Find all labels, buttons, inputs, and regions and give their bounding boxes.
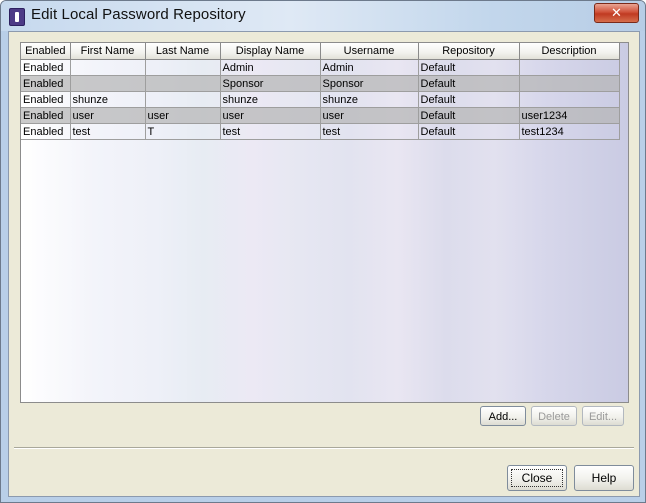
cell-repository: Default [418, 123, 520, 140]
column-header-last-name[interactable]: Last Name [145, 43, 221, 60]
cell-description [519, 91, 620, 108]
add-button[interactable]: Add... [480, 406, 526, 426]
window-close-button[interactable]: ✕ [594, 3, 639, 23]
title-bar[interactable]: Edit Local Password Repository ✕ [1, 1, 645, 31]
cell-username: shunze [320, 91, 419, 108]
cell-repository: Default [418, 107, 520, 124]
cell-last-name: T [145, 123, 221, 140]
column-header-username[interactable]: Username [320, 43, 419, 60]
cell-repository: Default [418, 75, 520, 92]
app-icon [9, 8, 25, 26]
cell-first-name: user [70, 107, 146, 124]
cell-last-name [145, 59, 221, 76]
cell-last-name [145, 75, 221, 92]
cell-username: test [320, 123, 419, 140]
users-table-panel: Enabled First Name Last Name Display Nam… [20, 42, 629, 403]
cell-display-name: shunze [220, 91, 321, 108]
cell-enabled: Enabled [21, 91, 71, 108]
column-header-first-name[interactable]: First Name [70, 43, 146, 60]
cell-enabled: Enabled [21, 123, 71, 140]
cell-display-name: test [220, 123, 321, 140]
cell-description: test1234 [519, 123, 620, 140]
cell-username: user [320, 107, 419, 124]
window-title: Edit Local Password Repository [31, 6, 246, 23]
close-button[interactable]: Close [507, 465, 567, 491]
table-row[interactable]: Enabled test T test test Default test123… [21, 123, 620, 140]
cell-username: Admin [320, 59, 419, 76]
column-header-enabled[interactable]: Enabled [21, 43, 71, 60]
cell-first-name [70, 59, 146, 76]
table-row[interactable]: Enabled Admin Admin Default [21, 59, 620, 76]
cell-first-name: test [70, 123, 146, 140]
cell-username: Sponsor [320, 75, 419, 92]
cell-enabled: Enabled [21, 59, 71, 76]
users-table: Enabled First Name Last Name Display Nam… [21, 43, 620, 140]
edit-button[interactable]: Edit... [582, 406, 624, 426]
cell-repository: Default [418, 59, 520, 76]
delete-button[interactable]: Delete [531, 406, 577, 426]
cell-repository: Default [418, 91, 520, 108]
column-header-repository[interactable]: Repository [418, 43, 520, 60]
table-header-row: Enabled First Name Last Name Display Nam… [21, 43, 620, 60]
cell-enabled: Enabled [21, 75, 71, 92]
column-header-display-name[interactable]: Display Name [220, 43, 321, 60]
cell-enabled: Enabled [21, 107, 71, 124]
column-header-description[interactable]: Description [519, 43, 620, 60]
cell-description: user1234 [519, 107, 620, 124]
cell-display-name: user [220, 107, 321, 124]
cell-first-name [70, 75, 146, 92]
cell-description [519, 59, 620, 76]
cell-description [519, 75, 620, 92]
cell-first-name: shunze [70, 91, 146, 108]
cell-display-name: Sponsor [220, 75, 321, 92]
cell-last-name: user [145, 107, 221, 124]
cell-display-name: Admin [220, 59, 321, 76]
table-row[interactable]: Enabled shunze shunze shunze Default [21, 91, 620, 108]
help-button[interactable]: Help [574, 465, 634, 491]
table-row[interactable]: Enabled Sponsor Sponsor Default [21, 75, 620, 92]
edit-local-password-repository-dialog: Edit Local Password Repository ✕ Enabled… [0, 0, 646, 503]
cell-last-name [145, 91, 221, 108]
table-row[interactable]: Enabled user user user user Default user… [21, 107, 620, 124]
dialog-content: Enabled First Name Last Name Display Nam… [8, 31, 640, 497]
footer-separator [14, 447, 634, 449]
